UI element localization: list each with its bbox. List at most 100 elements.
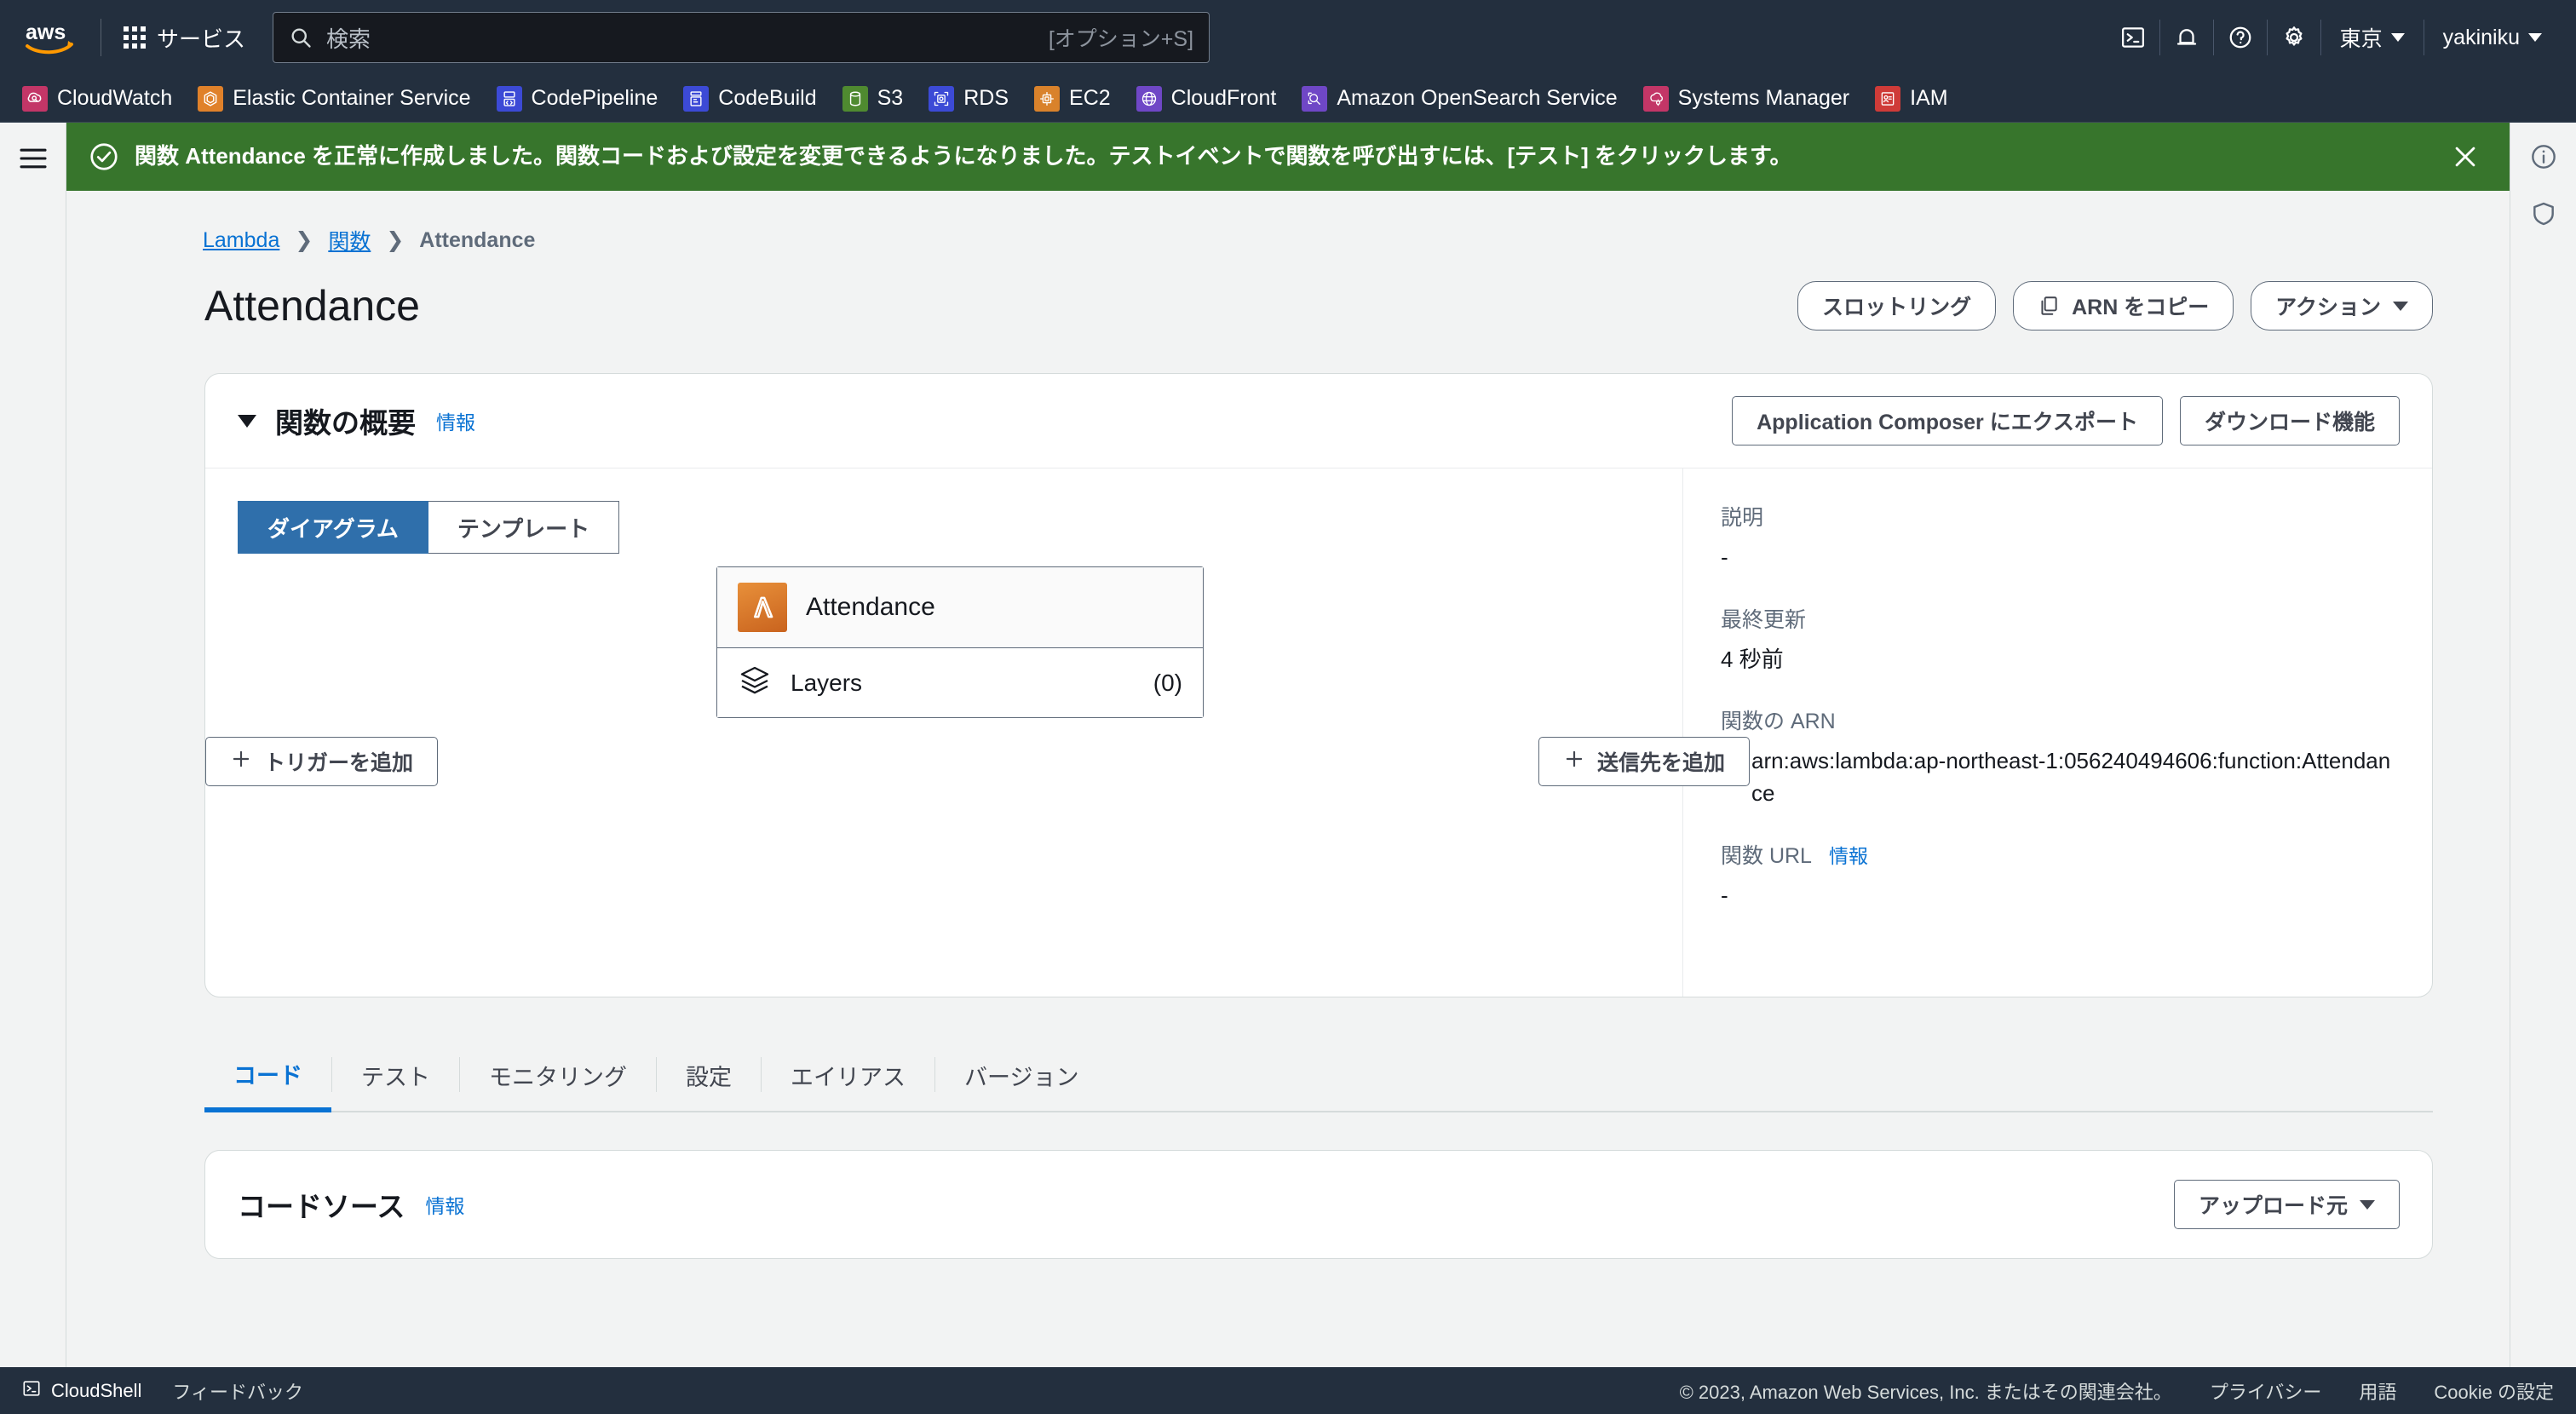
service-shortcut-codepipeline[interactable]: CodePipeline <box>496 85 658 112</box>
service-shortcut-label: Systems Manager <box>1677 86 1850 110</box>
function-node[interactable]: Attendance Layers (0) <box>716 566 1204 718</box>
service-shortcut-elastic-container-service[interactable]: Elastic Container Service <box>198 85 471 112</box>
actions-button-label: アクション <box>2275 296 2381 319</box>
function-node-layers-row[interactable]: Layers (0) <box>717 648 1203 717</box>
info-link[interactable]: 情報 <box>436 406 475 435</box>
service-shortcut-label: Elastic Container Service <box>233 86 471 110</box>
add-destination-label: 送信先を追加 <box>1597 751 1726 775</box>
service-shortcut-cloudwatch[interactable]: CloudWatch <box>22 85 173 112</box>
tab-diagram-label: ダイアグラム <box>267 515 399 542</box>
service-shortcut-systems-manager[interactable]: Systems Manager <box>1642 85 1850 112</box>
function-overview-header: 関数の概要 情報 Application Composer にエクスポート ダウ… <box>205 374 2432 468</box>
search-icon <box>289 26 313 49</box>
footer-cookie-link[interactable]: Cookie の設定 <box>2434 1377 2554 1405</box>
help-icon[interactable] <box>2214 0 2267 75</box>
copy-icon <box>2038 295 2060 317</box>
service-shortcut-codebuild[interactable]: CodeBuild <box>683 85 817 112</box>
function-overview-title: 関数の概要 <box>275 407 416 439</box>
footer-cloudshell-button[interactable]: CloudShell <box>22 1379 141 1403</box>
services-menu-button[interactable]: サービス <box>112 14 257 62</box>
search-shortcut-hint: [オプション+S] <box>1048 27 1194 51</box>
footer-terms-link[interactable]: 用語 <box>2359 1377 2396 1405</box>
bell-icon[interactable] <box>2160 0 2213 75</box>
region-selector[interactable]: 東京 <box>2321 0 2424 75</box>
detail-description: 説明 - <box>1721 501 2395 574</box>
region-label: 東京 <box>2339 27 2383 51</box>
layers-label: Layers <box>791 669 863 696</box>
breadcrumb-item-functions[interactable]: 関数 <box>328 225 371 256</box>
breadcrumb-separator-icon: ❯ <box>386 228 405 252</box>
close-icon[interactable] <box>2443 135 2487 179</box>
add-destination-button[interactable]: 送信先を追加 <box>1538 737 1751 786</box>
iam-icon <box>1875 85 1901 112</box>
function-tabs: コード テスト モニタリング 設定 エイリアス バージョン <box>204 1038 2433 1112</box>
layers-count: (0) <box>1153 669 1182 696</box>
service-shortcut-label: RDS <box>963 86 1009 110</box>
tab-diagram[interactable]: ダイアグラム <box>238 501 428 554</box>
service-shortcut-cloudfront[interactable]: CloudFront <box>1136 85 1276 112</box>
export-app-composer-button[interactable]: Application Composer にエクスポート <box>1732 396 2163 445</box>
tab-label: テスト <box>361 1065 430 1090</box>
info-link[interactable]: 情報 <box>425 1190 464 1219</box>
cloudshell-icon <box>22 1379 41 1403</box>
throttle-button[interactable]: スロットリング <box>1797 281 1997 331</box>
detail-function-url: 関数 URL 情報 - <box>1721 839 2395 912</box>
tab-template[interactable]: テンプレート <box>428 501 620 554</box>
settings-gear-icon[interactable] <box>2268 0 2320 75</box>
cloudshell-icon[interactable] <box>2107 0 2159 75</box>
chevron-down-icon <box>2393 301 2408 311</box>
tab-label: コード <box>233 1063 302 1089</box>
lambda-icon <box>738 583 787 632</box>
systems-manager-icon <box>1642 85 1669 112</box>
tab-code[interactable]: コード <box>204 1038 331 1112</box>
service-shortcut-s3[interactable]: S3 <box>842 85 903 112</box>
account-menu[interactable]: yakiniku <box>2424 0 2561 75</box>
ec2-icon <box>1034 85 1061 112</box>
diagram-column: ダイアグラム テンプレート Attendance Layers (0) トリガー… <box>205 468 1751 997</box>
detail-function-url-label: 関数 URL 情報 <box>1721 839 2395 870</box>
service-shortcut-iam[interactable]: IAM <box>1875 85 1948 112</box>
diagram-template-toggle: ダイアグラム テンプレート <box>238 501 620 554</box>
services-label: サービス <box>157 26 246 52</box>
codepipeline-icon <box>496 85 522 112</box>
upload-from-button[interactable]: アップロード元 <box>2173 1180 2400 1229</box>
overview-actions: Application Composer にエクスポート ダウンロード機能 <box>1732 396 2400 445</box>
page-header-actions: スロットリング ARN をコピー アクション <box>1797 281 2433 331</box>
footer-feedback-link[interactable]: フィードバック <box>172 1377 303 1405</box>
detail-function-arn-value: arn:aws:lambda:ap-northeast-1:0562404946… <box>1751 748 2391 807</box>
page-title: Attendance <box>204 282 420 330</box>
info-link[interactable]: 情報 <box>1829 845 1868 867</box>
hamburger-menu-icon[interactable] <box>19 147 48 175</box>
footer-privacy-link[interactable]: プライバシー <box>2210 1377 2322 1405</box>
add-trigger-button[interactable]: トリガーを追加 <box>205 737 439 786</box>
info-panel-icon[interactable] <box>2530 143 2557 175</box>
collapse-toggle-icon[interactable] <box>238 414 256 428</box>
shield-icon[interactable] <box>2530 200 2557 232</box>
global-search-box[interactable]: 検索 [オプション+S] <box>273 12 1210 63</box>
tab-monitor[interactable]: モニタリング <box>460 1038 656 1111</box>
codebuild-icon <box>683 85 710 112</box>
service-shortcut-label: CodePipeline <box>531 86 658 110</box>
svg-text:aws: aws <box>26 20 66 44</box>
tab-versions[interactable]: バージョン <box>935 1038 1107 1111</box>
tab-test[interactable]: テスト <box>332 1038 459 1111</box>
tab-configuration[interactable]: 設定 <box>657 1038 761 1111</box>
s3-icon <box>842 85 868 112</box>
copy-arn-button-label: ARN をコピー <box>2072 296 2210 319</box>
service-shortcut-label: CloudWatch <box>57 86 173 110</box>
aws-logo[interactable]: aws <box>22 17 78 58</box>
success-check-icon <box>89 141 119 172</box>
chevron-down-icon <box>2390 33 2405 42</box>
detail-last-modified-value: 4 秒前 <box>1721 646 1784 672</box>
service-shortcut-rds[interactable]: RDS <box>929 85 1009 112</box>
breadcrumb-item-lambda[interactable]: Lambda <box>203 228 279 253</box>
footer-right-group: © 2023, Amazon Web Services, Inc. またはその関… <box>1680 1377 2554 1405</box>
service-shortcut-amazon-opensearch-service[interactable]: Amazon OpenSearch Service <box>1302 85 1618 112</box>
detail-last-modified-label: 最終更新 <box>1721 607 1807 632</box>
copy-arn-button[interactable]: ARN をコピー <box>2013 281 2234 331</box>
download-function-button[interactable]: ダウンロード機能 <box>2179 396 2400 445</box>
actions-button[interactable]: アクション <box>2251 281 2433 331</box>
service-shortcut-ec2[interactable]: EC2 <box>1034 85 1111 112</box>
tab-aliases[interactable]: エイリアス <box>762 1038 934 1111</box>
right-rail <box>2510 123 2576 1367</box>
